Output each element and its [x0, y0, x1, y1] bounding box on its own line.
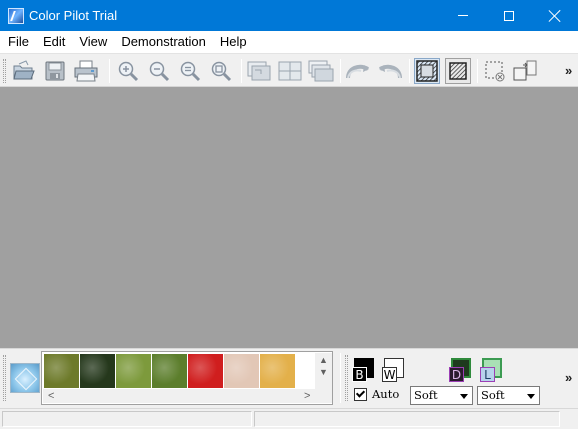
status-pane-right: [254, 411, 560, 427]
white-point-label: W: [382, 367, 397, 382]
auto-checkbox[interactable]: [354, 388, 367, 401]
swatch-foliage-light[interactable]: [116, 354, 151, 388]
zoom-out-button[interactable]: [146, 58, 172, 84]
toolbar-grip[interactable]: [3, 59, 6, 83]
swatch-strip: < > ▲ ▼: [41, 351, 333, 405]
toolbar-separator: [409, 59, 410, 83]
redo-button[interactable]: [377, 58, 403, 84]
dropdown-1-value: Soft: [414, 388, 438, 402]
softness-dropdown-1[interactable]: Soft: [410, 386, 473, 405]
print-icon: [74, 60, 98, 82]
panel-separator: [340, 353, 341, 403]
zoom-out-icon: [149, 61, 170, 82]
app-window: Color Pilot Trial File Edit View Demonst…: [0, 0, 578, 429]
window-title: Color Pilot Trial: [29, 8, 118, 23]
swatch-skin[interactable]: [224, 354, 259, 388]
zoom-actual-icon: [180, 61, 201, 82]
menu-edit[interactable]: Edit: [36, 31, 72, 53]
scroll-down-icon[interactable]: ▼: [319, 367, 328, 377]
softness-dropdown-2[interactable]: Soft: [477, 386, 540, 405]
mask-on-icon: [416, 60, 438, 82]
app-logo-icon[interactable]: [8, 7, 24, 24]
menu-help[interactable]: Help: [213, 31, 254, 53]
light-mode-label: L: [480, 367, 495, 382]
dark-mode-button[interactable]: D: [447, 358, 471, 382]
maximize-icon: [504, 10, 514, 21]
status-pane-left: [2, 411, 252, 427]
swatch-horizontal-scrollbar[interactable]: < >: [43, 389, 315, 403]
menu-demonstration[interactable]: Demonstration: [114, 31, 213, 53]
toolbar-overflow-button[interactable]: »: [565, 63, 572, 78]
save-button[interactable]: [42, 58, 68, 84]
save-icon: [45, 61, 65, 81]
mask-hatch-icon: [449, 62, 467, 80]
dropdown-2-value: Soft: [481, 388, 505, 402]
minimize-button[interactable]: [440, 0, 486, 31]
zoom-in-button[interactable]: [115, 58, 141, 84]
panel-grip[interactable]: [3, 355, 6, 401]
compare-button[interactable]: [512, 58, 538, 84]
open-icon: [13, 60, 35, 80]
scroll-up-icon[interactable]: ▲: [319, 355, 328, 365]
scroll-left-icon[interactable]: <: [48, 390, 54, 402]
light-mode-button[interactable]: L: [478, 358, 502, 382]
toolbar-separator: [477, 59, 478, 83]
maximize-button[interactable]: [486, 0, 532, 31]
palette-icon[interactable]: [10, 363, 40, 393]
swatch-foliage-1[interactable]: [44, 354, 79, 388]
swatch-foliage-dark[interactable]: [80, 354, 115, 388]
view-single-button[interactable]: [246, 58, 272, 84]
swatch-foliage-2[interactable]: [152, 354, 187, 388]
minimize-icon: [458, 15, 468, 16]
print-button[interactable]: [73, 58, 99, 84]
title-bar[interactable]: Color Pilot Trial: [0, 0, 578, 31]
zoom-in-icon: [118, 61, 139, 82]
undo-button[interactable]: [345, 58, 371, 84]
view-split-icon: [278, 61, 302, 81]
chevron-down-icon: [460, 394, 468, 399]
white-point-button[interactable]: W: [380, 358, 404, 382]
close-button[interactable]: [532, 0, 578, 31]
dark-mode-label: D: [449, 367, 464, 382]
selection-button[interactable]: [482, 58, 508, 84]
undo-icon: [346, 64, 369, 79]
zoom-actual-button[interactable]: [177, 58, 203, 84]
main-toolbar: »: [0, 53, 578, 87]
chevron-down-icon: [527, 394, 535, 399]
toolbar-separator: [241, 59, 242, 83]
menu-view[interactable]: View: [72, 31, 114, 53]
black-point-button[interactable]: B: [350, 358, 374, 382]
toolbar-separator: [340, 59, 341, 83]
swatch-sand[interactable]: [260, 354, 295, 388]
view-stack-icon: [308, 60, 334, 82]
bottom-panel: < > ▲ ▼ B W D L Auto Soft Soft »: [0, 348, 578, 408]
close-icon: [549, 10, 561, 22]
zoom-fit-button[interactable]: [208, 58, 234, 84]
checkmark-icon: [355, 388, 366, 398]
panel-grip[interactable]: [345, 355, 348, 401]
view-stack-button[interactable]: [308, 58, 334, 84]
mask-hatch-button[interactable]: [445, 58, 471, 84]
redo-icon: [379, 64, 402, 79]
scroll-right-icon[interactable]: >: [304, 390, 310, 402]
mask-on-button[interactable]: [414, 58, 440, 84]
open-button[interactable]: [11, 58, 37, 84]
auto-label: Auto: [372, 387, 400, 401]
zoom-fit-icon: [211, 61, 232, 82]
menu-file[interactable]: File: [0, 31, 36, 53]
status-bar: [0, 408, 578, 429]
view-split-button[interactable]: [277, 58, 303, 84]
menu-bar: File Edit View Demonstration Help: [0, 31, 578, 53]
image-workspace[interactable]: [0, 87, 578, 348]
panel-overflow-button[interactable]: »: [565, 370, 572, 385]
compare-icon: [513, 60, 537, 81]
swatch-red[interactable]: [188, 354, 223, 388]
swatch-vertical-scrollbar[interactable]: ▲ ▼: [315, 353, 332, 403]
black-point-label: B: [352, 367, 367, 382]
view-single-icon: [247, 61, 271, 81]
toolbar-separator: [109, 59, 110, 83]
selection-icon: [485, 61, 505, 82]
